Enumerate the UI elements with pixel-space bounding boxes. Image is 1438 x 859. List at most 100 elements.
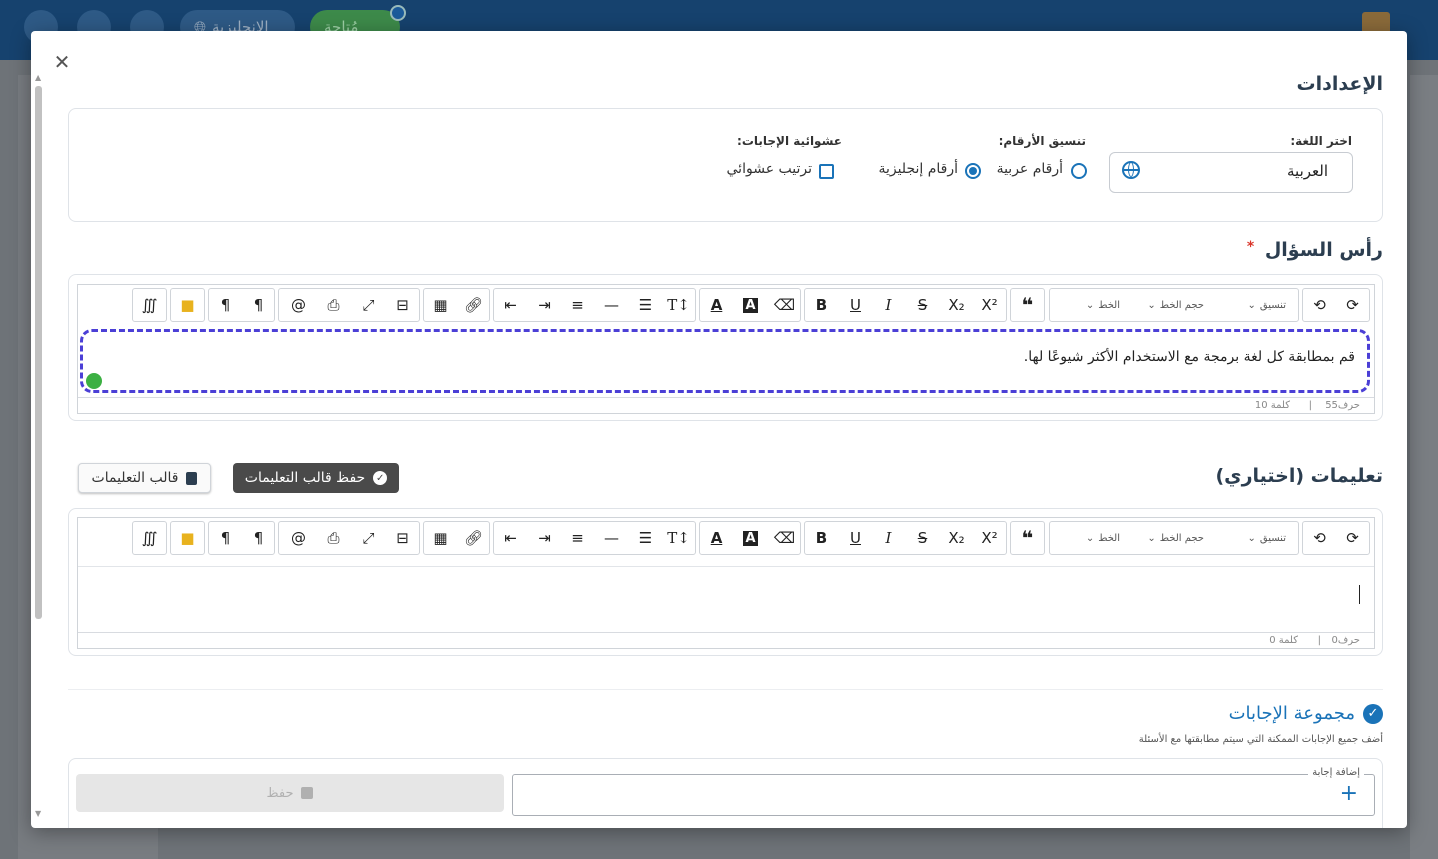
eraser-icon[interactable]: ⌫ [768,522,801,554]
line-height-icon[interactable]: T↕ [662,522,695,554]
bold-icon[interactable]: B [805,289,838,321]
blockquote-group: ❝ [1010,521,1045,555]
redo-icon[interactable]: ⟳ [1336,289,1369,321]
indent-icon[interactable]: ⇥ [528,289,561,321]
scroll-down-arrow[interactable]: ▼ [35,809,41,818]
folder-icon[interactable]: ■ [171,522,204,554]
outdent-icon[interactable]: ⇤ [494,522,527,554]
rtl-icon[interactable]: ¶ [242,522,275,554]
font-color-icon[interactable]: A [700,289,733,321]
print-icon[interactable]: ⎙ [317,289,350,321]
english-numbers-label[interactable]: أرقام إنجليزية [878,161,958,177]
font-size-select[interactable]: حجم الخط ⌄ [1147,289,1204,321]
fullscreen-icon[interactable]: ⤢ [352,522,385,554]
align-icon[interactable]: ≡ [561,289,594,321]
required-mark: * [1246,239,1255,255]
horizontal-rule-icon[interactable]: — [595,522,628,554]
italic-icon[interactable]: I [872,289,905,321]
add-answer-label: إضافة إجابة [1308,767,1364,778]
source-code-icon[interactable]: ∭ [133,289,166,321]
arabic-numbers-radio[interactable] [1071,163,1087,179]
font-family-select[interactable]: الخط ⌄ [1086,522,1120,554]
show-blocks-icon[interactable]: ⊟ [386,522,419,554]
outdent-icon[interactable]: ⇤ [494,289,527,321]
instructions-content-area[interactable] [78,566,1374,630]
subscript-icon[interactable]: X₂ [940,522,973,554]
show-blocks-icon[interactable]: ⊟ [386,289,419,321]
subscript-icon[interactable]: X₂ [940,289,973,321]
question-head-content-area[interactable]: قم بمطابقة كل لغة برمجة مع الاستخدام الأ… [80,329,1370,393]
ordered-list-icon[interactable]: ☰ [629,522,662,554]
arabic-numbers-label[interactable]: أرقام عربية [997,161,1063,177]
grammar-assistant-icon[interactable] [86,373,102,389]
strikethrough-icon[interactable]: S [906,289,939,321]
char-count: حرف55 [1325,400,1360,411]
format-select[interactable]: تنسيق ⌄ [1248,289,1286,321]
template-button[interactable]: قالب التعليمات [78,463,211,493]
word-count: كلمة 0 [1269,635,1298,646]
add-answer-field[interactable]: إضافة إجابة + [512,767,1375,816]
special-char-icon[interactable]: @ [282,289,315,321]
table-icon[interactable]: ▦ [424,522,457,554]
random-order-checkbox[interactable] [819,164,834,179]
special-char-icon[interactable]: @ [282,522,315,554]
indent-icon[interactable]: ⇥ [528,522,561,554]
font-select-group: تنسيق ⌄ حجم الخط ⌄ الخط ⌄ [1049,521,1299,555]
source-group: ∭ [132,288,167,322]
highlight-color-icon[interactable]: A [734,522,767,554]
blockquote-icon[interactable]: ❝ [1011,522,1044,554]
direction-group: ¶ ¶ [208,288,275,322]
text-style-group: X² X₂ S I U B [804,288,1007,322]
horizontal-rule-icon[interactable]: — [595,289,628,321]
line-height-icon[interactable]: T↕ [662,289,695,321]
english-numbers-radio[interactable] [965,163,981,179]
format-select[interactable]: تنسيق ⌄ [1248,522,1286,554]
fullscreen-icon[interactable]: ⤢ [352,289,385,321]
rtl-icon[interactable]: ¶ [242,289,275,321]
undo-icon[interactable]: ⟲ [1303,289,1336,321]
folder-icon[interactable]: ■ [171,289,204,321]
source-code-icon[interactable]: ∭ [133,522,166,554]
random-order-label[interactable]: ترتيب عشوائي [727,161,812,177]
bold-icon[interactable]: B [805,522,838,554]
print-icon[interactable]: ⎙ [317,522,350,554]
highlight-color-icon[interactable]: A [734,289,767,321]
ltr-icon[interactable]: ¶ [209,289,242,321]
scrollbar-thumb[interactable] [35,86,42,619]
superscript-icon[interactable]: X² [973,289,1006,321]
save-template-label: حفظ قالب التعليمات [244,470,366,486]
font-size-select[interactable]: حجم الخط ⌄ [1147,522,1204,554]
link-icon[interactable]: 🔗︎ [457,289,490,321]
text-style-group: X² X₂ S I U B [804,521,1007,555]
table-icon[interactable]: ▦ [424,289,457,321]
undo-icon[interactable]: ⟲ [1303,522,1336,554]
italic-icon[interactable]: I [872,522,905,554]
underline-icon[interactable]: U [839,522,872,554]
superscript-icon[interactable]: X² [973,522,1006,554]
link-icon[interactable]: 🔗︎ [457,522,490,554]
plus-icon[interactable]: + [1340,781,1358,806]
eraser-icon[interactable]: ⌫ [768,289,801,321]
save-template-button[interactable]: ✓ حفظ قالب التعليمات [233,463,399,493]
font-family-select[interactable]: الخط ⌄ [1086,289,1120,321]
align-icon[interactable]: ≡ [561,522,594,554]
ltr-icon[interactable]: ¶ [209,522,242,554]
font-select-group: تنسيق ⌄ حجم الخط ⌄ الخط ⌄ [1049,288,1299,322]
blockquote-icon[interactable]: ❝ [1011,289,1044,321]
file-group: ■ [170,521,205,555]
history-group: ⟲ ⟳ [1302,521,1370,555]
font-color-icon[interactable]: A [700,522,733,554]
language-select[interactable]: العربية [1109,152,1353,193]
ordered-list-icon[interactable]: ☰ [629,289,662,321]
history-group: ⟲ ⟳ [1302,288,1370,322]
save-icon [301,787,314,799]
instructions-editor: ⟲ ⟳ تنسيق ⌄ حجم الخط ⌄ الخط ⌄ ❝ X² X₂ S I U [77,517,1375,649]
strikethrough-icon[interactable]: S [906,522,939,554]
save-answer-button[interactable]: حفظ [76,774,504,812]
instructions-card: ⟲ ⟳ تنسيق ⌄ حجم الخط ⌄ الخط ⌄ ❝ X² X₂ S I U [68,508,1383,656]
numbers-label: تنسيق الأرقام: [998,134,1086,148]
underline-icon[interactable]: U [839,289,872,321]
scroll-up-arrow[interactable]: ▲ [35,73,41,82]
redo-icon[interactable]: ⟳ [1336,522,1369,554]
close-icon[interactable]: ✕ [53,52,71,72]
